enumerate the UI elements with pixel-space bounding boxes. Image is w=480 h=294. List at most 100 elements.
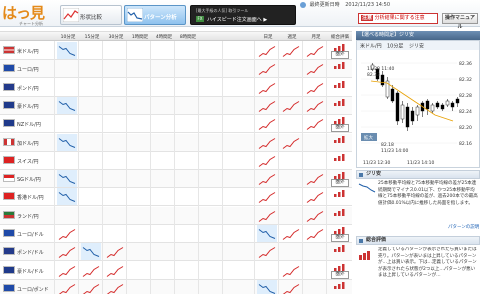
caution-button[interactable]: 注意 分析結果に関する注意	[358, 13, 438, 24]
pair-name[interactable]: 豪ドル/ドル	[17, 268, 44, 275]
pair-name[interactable]: 香港ドル/円	[17, 194, 44, 201]
pattern-cell[interactable]	[257, 207, 277, 224]
pair-name[interactable]: スイス/円	[17, 158, 39, 165]
pattern-cell[interactable]	[257, 279, 277, 294]
column-header: 4時間足	[155, 35, 173, 40]
pair-name[interactable]: NZドル/円	[17, 121, 41, 128]
x-tick-2: 11/23 14:10	[407, 160, 435, 166]
zoom-button: 拡大	[364, 134, 373, 141]
pattern-cell[interactable]	[257, 170, 277, 187]
pattern-cell[interactable]	[57, 42, 77, 59]
column-header: 15分足	[84, 35, 100, 40]
column-header: 日足	[263, 35, 273, 40]
pattern-cell[interactable]	[281, 97, 301, 114]
pattern-cell[interactable]	[257, 188, 277, 205]
out-of-range-button[interactable]: 圏外	[331, 179, 349, 188]
pattern-cell[interactable]	[257, 115, 277, 132]
pattern-cell[interactable]	[281, 280, 301, 294]
pattern-cell[interactable]	[81, 280, 101, 294]
table-row: 豪ドル/ドル 圏外	[0, 262, 352, 280]
out-of-range-button[interactable]: 圏外	[331, 124, 349, 133]
out-of-range-button[interactable]: 圏外	[331, 234, 349, 242]
pattern-cell[interactable]	[57, 96, 77, 114]
pair-name[interactable]: 米ドル/円	[17, 48, 39, 55]
pattern-cell[interactable]	[57, 188, 77, 206]
trend-up-icon	[282, 46, 300, 57]
y-tick: 82.24	[459, 109, 472, 115]
chart-pattern: ジリ安	[409, 43, 424, 50]
trend-up-icon	[58, 247, 76, 259]
pattern-cell[interactable]	[57, 262, 77, 279]
y-tick: 82.32	[459, 77, 472, 83]
pattern-cell[interactable]	[81, 262, 101, 279]
pattern-cell[interactable]	[105, 262, 125, 279]
pair-name[interactable]: ユーロ/円	[17, 66, 39, 73]
us-flag-icon	[3, 46, 15, 54]
tab-shape-compare[interactable]: 形状比較	[60, 5, 122, 25]
app-logo[interactable]: はっ見 チャート分析	[2, 2, 52, 26]
pattern-cell[interactable]	[305, 115, 325, 132]
chart-pair: 米ドル/円	[360, 43, 382, 50]
tab-pattern-analysis[interactable]: パターン分析	[124, 5, 186, 25]
pattern-cell[interactable]	[305, 42, 325, 59]
trend-up-icon	[258, 210, 276, 222]
za-flag-icon	[3, 210, 15, 219]
manual-button[interactable]: 操作マニュアル	[442, 13, 478, 30]
pattern-cell[interactable]	[57, 280, 77, 294]
pattern-cell[interactable]	[57, 243, 77, 260]
pair-name[interactable]: ポンド/ドル	[17, 249, 44, 256]
trend-up-icon	[282, 265, 300, 277]
signal-bars-icon	[333, 153, 347, 163]
trend-up-icon	[306, 100, 324, 112]
pattern-cell[interactable]	[105, 243, 125, 260]
ad-banner[interactable]: [最大手級の人気] 取引ツール FX ハイスピード注文画面へ ▶	[190, 5, 296, 25]
pattern-cell[interactable]	[257, 152, 277, 169]
pair-name[interactable]: ユーロ/ポンド	[17, 286, 49, 293]
pattern-cell[interactable]	[305, 188, 325, 205]
au-flag-icon	[3, 265, 15, 274]
table-row: ランド/円	[0, 206, 352, 225]
pattern-cell[interactable]	[57, 225, 77, 242]
trend-up-icon	[82, 265, 100, 277]
trend-up-icon	[106, 283, 124, 294]
y-tick: 82.16	[459, 141, 472, 147]
pair-name[interactable]: ユーロ/ドル	[17, 231, 44, 238]
pattern-cell[interactable]	[57, 170, 77, 188]
pair-name[interactable]: 豪ドル/円	[17, 103, 39, 110]
pattern-cell[interactable]	[257, 97, 277, 114]
pattern-cell[interactable]	[305, 97, 325, 114]
pattern-cell[interactable]	[281, 262, 301, 279]
section-pattern-title: ジリ安	[366, 171, 382, 177]
pattern-cell[interactable]	[257, 134, 277, 151]
pattern-cell[interactable]	[81, 243, 101, 261]
pattern-cell[interactable]	[257, 243, 277, 260]
pattern-cell[interactable]	[305, 207, 325, 224]
pair-name[interactable]: ポンド/円	[17, 85, 39, 92]
pattern-cell[interactable]	[305, 225, 325, 242]
out-of-range-button[interactable]: 圏外	[331, 51, 349, 59]
pair-name[interactable]: 加ドル/円	[17, 140, 39, 147]
pattern-cell[interactable]	[257, 225, 277, 242]
grid-header: 10分足 15分足 30分足 1時間足 4時間足 8時間足 日足 週足 月足 総合評価	[0, 31, 352, 41]
pattern-cell[interactable]	[305, 170, 325, 187]
trend-up-icon	[258, 64, 276, 76]
pair-name[interactable]: ランド/円	[17, 213, 39, 220]
pair-name[interactable]: SGドル/円	[17, 176, 41, 183]
trend-down-icon	[258, 229, 276, 239]
pattern-cell[interactable]	[281, 42, 301, 59]
pattern-help-link[interactable]: パターンの説明	[448, 224, 479, 230]
pattern-cell[interactable]	[305, 79, 325, 96]
pattern-cell[interactable]	[57, 133, 77, 151]
pattern-cell[interactable]	[257, 79, 277, 96]
pattern-cell[interactable]	[281, 134, 301, 151]
table-row: ユーロ/ドル 圏外	[0, 225, 352, 243]
trend-up-icon	[258, 82, 276, 94]
overall-description: 定義しているパターンが表示されたら買いまたは売り。パターンが表いまは上昇している…	[378, 247, 477, 278]
pattern-cell[interactable]	[105, 280, 125, 294]
tab-label: 形状比較	[80, 15, 103, 21]
pattern-cell[interactable]	[305, 60, 325, 77]
pattern-cell[interactable]	[281, 225, 301, 242]
pattern-cell[interactable]	[257, 60, 277, 77]
out-of-range-button[interactable]: 圏外	[331, 270, 349, 279]
pattern-cell[interactable]	[257, 42, 277, 59]
